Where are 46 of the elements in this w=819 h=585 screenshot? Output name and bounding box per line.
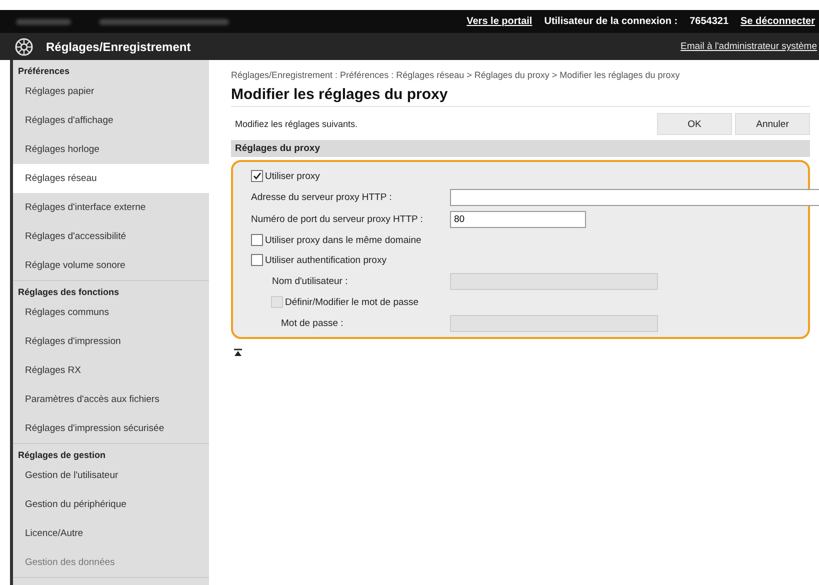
- checkbox[interactable]: [251, 254, 263, 266]
- sidebar-item[interactable]: Réglages horloge: [13, 135, 209, 164]
- email-admin-link[interactable]: Email à l'administrateur système: [680, 41, 819, 52]
- sidebar-item[interactable]: Paramètres d'accès aux fichiers: [13, 385, 209, 414]
- gear-icon: [14, 36, 34, 56]
- sidebar-item[interactable]: Réglages communs: [13, 298, 209, 327]
- sidebar-item[interactable]: Licence/Autre: [13, 519, 209, 548]
- checkbox-label: Définir/Modifier le mot de passe: [285, 296, 419, 308]
- sidebar-item[interactable]: Réglages d'interface externe: [13, 193, 209, 222]
- field-label: Mot de passe :: [281, 318, 344, 328]
- checkbox-label: Utiliser authentification proxy: [265, 254, 386, 266]
- section-header: Réglages du proxy: [231, 140, 810, 157]
- input-field[interactable]: 80: [450, 210, 586, 228]
- blurred-text: [16, 18, 71, 24]
- sidebar-item[interactable]: Réglages d'impression: [13, 327, 209, 356]
- field-label: Adresse du serveur proxy HTTP :: [251, 192, 392, 202]
- checkbox-label: Utiliser proxy dans le même domaine: [265, 234, 422, 246]
- sidebar-item[interactable]: Réglages RX: [13, 356, 209, 385]
- sidebar-item[interactable]: Réglages d'accessibilité: [13, 222, 209, 251]
- top-bar-link[interactable]: Vers le portail: [466, 16, 532, 27]
- sidebar-item[interactable]: Réglages d'impression sécurisée: [13, 414, 209, 443]
- sidebar-item[interactable]: Gestion du périphérique: [13, 490, 209, 519]
- checkbox[interactable]: [251, 234, 263, 246]
- sidebar-item[interactable]: Réglages d'affichage: [13, 106, 209, 135]
- top-bar-link[interactable]: Se déconnecter: [740, 16, 815, 27]
- sidebar-item[interactable]: Réglage volume sonore: [13, 251, 209, 280]
- user-id-text: 7654321: [690, 16, 729, 27]
- breadcrumb: Réglages/Enregistrement : Préférences : Réglages réseau > Réglages du proxy > Modifier les réglages du proxy: [231, 70, 681, 80]
- instruction-text: Modifiez les réglages suivants.: [235, 119, 359, 129]
- sidebar-heading: Réglages des fonctions: [17, 286, 120, 298]
- sidebar-heading: Préférences: [17, 65, 71, 77]
- login-user-label: Utilisateur de la connexion :: [544, 16, 678, 27]
- back-to-top-icon[interactable]: [233, 348, 243, 358]
- sidebar-item[interactable]: Réglages papier: [13, 77, 209, 106]
- sidebar-item[interactable]: Gestion de l'utilisateur: [13, 461, 209, 490]
- field-label: Nom d'utilisateur :: [272, 276, 348, 286]
- checkbox-label: Utiliser proxy: [265, 170, 320, 182]
- checkbox[interactable]: [251, 170, 263, 182]
- page-title: Modifier les réglages du proxy: [231, 86, 810, 107]
- app-title: Réglages/Enregistrement: [46, 40, 191, 54]
- cancel-button[interactable]: Annuler: [735, 113, 810, 135]
- sidebar-heading: Réglages de gestion: [17, 449, 107, 461]
- ok-button[interactable]: OK: [657, 113, 732, 135]
- input-field[interactable]: [450, 188, 819, 206]
- sidebar-item[interactable]: Réglages réseau: [13, 164, 209, 193]
- field-label: Numéro de port du serveur proxy HTTP :: [251, 214, 423, 224]
